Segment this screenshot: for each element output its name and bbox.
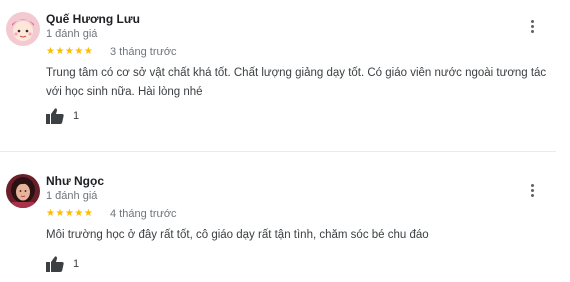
review-date: 3 tháng trước bbox=[110, 46, 177, 58]
review-text: Môi trường học ở đây rất tốt, cô giáo dạ… bbox=[46, 229, 429, 241]
avatar[interactable] bbox=[6, 12, 40, 46]
more-options-button[interactable] bbox=[524, 16, 540, 36]
avatar[interactable] bbox=[6, 174, 40, 208]
like-count: 1 bbox=[73, 110, 80, 122]
review-author-name[interactable]: Quế Hương Lưu bbox=[46, 12, 140, 26]
review-count: 1 đánh giá bbox=[46, 28, 98, 40]
thumbs-up-icon bbox=[46, 108, 64, 124]
review-author-name[interactable]: Như Ngọc bbox=[46, 174, 104, 188]
like-button[interactable]: 1 bbox=[46, 256, 79, 272]
star-rating: ★★★★★ bbox=[46, 208, 94, 219]
like-button[interactable]: 1 bbox=[46, 108, 79, 124]
more-options-button[interactable] bbox=[524, 180, 540, 200]
thumbs-up-icon bbox=[46, 256, 64, 272]
review-date: 4 tháng trước bbox=[110, 208, 177, 220]
more-vert-icon bbox=[530, 19, 534, 23]
review-count: 1 đánh giá bbox=[46, 190, 98, 202]
avatar-photo-icon bbox=[6, 12, 40, 46]
review-text: Trung tâm có cơ sở vật chất khá tốt. Chấ… bbox=[46, 67, 547, 98]
review-item: Quế Hương Lưu 1 đánh giá ★★★★★ 3 tháng t… bbox=[0, 0, 570, 150]
like-count: 1 bbox=[73, 258, 80, 270]
review-item: Như Ngọc 1 đánh giá ★★★★★ 4 tháng trước … bbox=[0, 152, 570, 282]
avatar-photo-icon bbox=[6, 174, 40, 208]
more-vert-icon bbox=[530, 183, 534, 187]
star-rating: ★★★★★ bbox=[46, 46, 94, 57]
